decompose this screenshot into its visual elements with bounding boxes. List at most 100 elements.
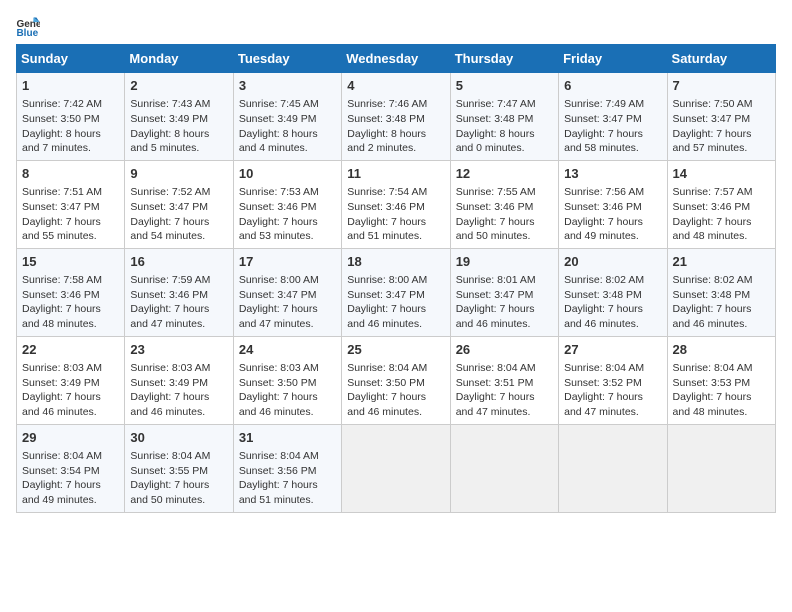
day-number: 15	[22, 253, 119, 271]
cell-content: 3 Sunrise: 7:45 AM Sunset: 3:49 PM Dayli…	[239, 77, 336, 156]
calendar-cell: 24 Sunrise: 8:03 AM Sunset: 3:50 PM Dayl…	[233, 336, 341, 424]
day-number: 1	[22, 77, 119, 95]
daylight-text: Daylight: 7 hours and 50 minutes.	[456, 216, 535, 243]
daylight-text: Daylight: 8 hours and 4 minutes.	[239, 128, 318, 155]
header-cell-sunday: Sunday	[17, 45, 125, 73]
daylight-text: Daylight: 7 hours and 50 minutes.	[130, 479, 209, 506]
calendar-cell: 30 Sunrise: 8:04 AM Sunset: 3:55 PM Dayl…	[125, 424, 233, 512]
sunrise-text: Sunrise: 7:52 AM	[130, 186, 210, 198]
cell-content: 16 Sunrise: 7:59 AM Sunset: 3:46 PM Dayl…	[130, 253, 227, 332]
daylight-text: Daylight: 7 hours and 54 minutes.	[130, 216, 209, 243]
daylight-text: Daylight: 7 hours and 48 minutes.	[22, 303, 101, 330]
calendar-cell: 14 Sunrise: 7:57 AM Sunset: 3:46 PM Dayl…	[667, 160, 775, 248]
sunrise-text: Sunrise: 7:51 AM	[22, 186, 102, 198]
cell-content: 22 Sunrise: 8:03 AM Sunset: 3:49 PM Dayl…	[22, 341, 119, 420]
day-number: 17	[239, 253, 336, 271]
day-number: 3	[239, 77, 336, 95]
day-number: 4	[347, 77, 444, 95]
calendar-cell: 16 Sunrise: 7:59 AM Sunset: 3:46 PM Dayl…	[125, 248, 233, 336]
sunrise-text: Sunrise: 7:55 AM	[456, 186, 536, 198]
cell-content: 2 Sunrise: 7:43 AM Sunset: 3:49 PM Dayli…	[130, 77, 227, 156]
calendar-cell: 3 Sunrise: 7:45 AM Sunset: 3:49 PM Dayli…	[233, 73, 341, 161]
header: General Blue	[16, 16, 776, 36]
sunrise-text: Sunrise: 7:49 AM	[564, 98, 644, 110]
cell-content: 30 Sunrise: 8:04 AM Sunset: 3:55 PM Dayl…	[130, 429, 227, 508]
cell-content: 13 Sunrise: 7:56 AM Sunset: 3:46 PM Dayl…	[564, 165, 661, 244]
daylight-text: Daylight: 7 hours and 47 minutes.	[456, 391, 535, 418]
calendar-cell: 26 Sunrise: 8:04 AM Sunset: 3:51 PM Dayl…	[450, 336, 558, 424]
sunrise-text: Sunrise: 8:04 AM	[564, 362, 644, 374]
calendar-cell: 18 Sunrise: 8:00 AM Sunset: 3:47 PM Dayl…	[342, 248, 450, 336]
sunset-text: Sunset: 3:46 PM	[673, 201, 751, 213]
sunset-text: Sunset: 3:47 PM	[564, 113, 642, 125]
sunset-text: Sunset: 3:54 PM	[22, 465, 100, 477]
cell-content: 5 Sunrise: 7:47 AM Sunset: 3:48 PM Dayli…	[456, 77, 553, 156]
calendar-body: 1 Sunrise: 7:42 AM Sunset: 3:50 PM Dayli…	[17, 73, 776, 513]
sunset-text: Sunset: 3:48 PM	[456, 113, 534, 125]
daylight-text: Daylight: 7 hours and 48 minutes.	[673, 391, 752, 418]
sunrise-text: Sunrise: 7:50 AM	[673, 98, 753, 110]
daylight-text: Daylight: 7 hours and 46 minutes.	[347, 303, 426, 330]
cell-content: 23 Sunrise: 8:03 AM Sunset: 3:49 PM Dayl…	[130, 341, 227, 420]
cell-content: 6 Sunrise: 7:49 AM Sunset: 3:47 PM Dayli…	[564, 77, 661, 156]
sunset-text: Sunset: 3:46 PM	[130, 289, 208, 301]
day-number: 22	[22, 341, 119, 359]
sunrise-text: Sunrise: 7:46 AM	[347, 98, 427, 110]
calendar-cell: 17 Sunrise: 8:00 AM Sunset: 3:47 PM Dayl…	[233, 248, 341, 336]
sunset-text: Sunset: 3:50 PM	[22, 113, 100, 125]
calendar-table: SundayMondayTuesdayWednesdayThursdayFrid…	[16, 44, 776, 513]
sunrise-text: Sunrise: 8:04 AM	[456, 362, 536, 374]
calendar-cell: 11 Sunrise: 7:54 AM Sunset: 3:46 PM Dayl…	[342, 160, 450, 248]
calendar-cell: 23 Sunrise: 8:03 AM Sunset: 3:49 PM Dayl…	[125, 336, 233, 424]
sunrise-text: Sunrise: 8:04 AM	[22, 450, 102, 462]
sunrise-text: Sunrise: 8:03 AM	[22, 362, 102, 374]
sunset-text: Sunset: 3:50 PM	[347, 377, 425, 389]
sunset-text: Sunset: 3:46 PM	[564, 201, 642, 213]
calendar-week-2: 8 Sunrise: 7:51 AM Sunset: 3:47 PM Dayli…	[17, 160, 776, 248]
day-number: 9	[130, 165, 227, 183]
calendar-week-3: 15 Sunrise: 7:58 AM Sunset: 3:46 PM Dayl…	[17, 248, 776, 336]
daylight-text: Daylight: 8 hours and 7 minutes.	[22, 128, 101, 155]
day-number: 29	[22, 429, 119, 447]
daylight-text: Daylight: 7 hours and 46 minutes.	[239, 391, 318, 418]
day-number: 20	[564, 253, 661, 271]
calendar-cell	[667, 424, 775, 512]
calendar-cell: 15 Sunrise: 7:58 AM Sunset: 3:46 PM Dayl…	[17, 248, 125, 336]
calendar-cell: 31 Sunrise: 8:04 AM Sunset: 3:56 PM Dayl…	[233, 424, 341, 512]
sunrise-text: Sunrise: 7:47 AM	[456, 98, 536, 110]
day-number: 5	[456, 77, 553, 95]
cell-content: 1 Sunrise: 7:42 AM Sunset: 3:50 PM Dayli…	[22, 77, 119, 156]
day-number: 13	[564, 165, 661, 183]
cell-content: 24 Sunrise: 8:03 AM Sunset: 3:50 PM Dayl…	[239, 341, 336, 420]
sunset-text: Sunset: 3:51 PM	[456, 377, 534, 389]
sunrise-text: Sunrise: 8:02 AM	[564, 274, 644, 286]
sunrise-text: Sunrise: 7:45 AM	[239, 98, 319, 110]
sunset-text: Sunset: 3:46 PM	[347, 201, 425, 213]
sunrise-text: Sunrise: 7:42 AM	[22, 98, 102, 110]
calendar-cell: 29 Sunrise: 8:04 AM Sunset: 3:54 PM Dayl…	[17, 424, 125, 512]
calendar-cell: 4 Sunrise: 7:46 AM Sunset: 3:48 PM Dayli…	[342, 73, 450, 161]
calendar-cell: 25 Sunrise: 8:04 AM Sunset: 3:50 PM Dayl…	[342, 336, 450, 424]
cell-content: 29 Sunrise: 8:04 AM Sunset: 3:54 PM Dayl…	[22, 429, 119, 508]
daylight-text: Daylight: 7 hours and 47 minutes.	[239, 303, 318, 330]
calendar-cell: 12 Sunrise: 7:55 AM Sunset: 3:46 PM Dayl…	[450, 160, 558, 248]
calendar-cell: 7 Sunrise: 7:50 AM Sunset: 3:47 PM Dayli…	[667, 73, 775, 161]
daylight-text: Daylight: 7 hours and 46 minutes.	[564, 303, 643, 330]
calendar-cell: 10 Sunrise: 7:53 AM Sunset: 3:46 PM Dayl…	[233, 160, 341, 248]
day-number: 31	[239, 429, 336, 447]
daylight-text: Daylight: 7 hours and 58 minutes.	[564, 128, 643, 155]
calendar-cell: 9 Sunrise: 7:52 AM Sunset: 3:47 PM Dayli…	[125, 160, 233, 248]
sunrise-text: Sunrise: 8:03 AM	[239, 362, 319, 374]
header-cell-saturday: Saturday	[667, 45, 775, 73]
cell-content: 28 Sunrise: 8:04 AM Sunset: 3:53 PM Dayl…	[673, 341, 770, 420]
sunrise-text: Sunrise: 8:00 AM	[347, 274, 427, 286]
sunset-text: Sunset: 3:49 PM	[22, 377, 100, 389]
calendar-cell: 27 Sunrise: 8:04 AM Sunset: 3:52 PM Dayl…	[559, 336, 667, 424]
sunrise-text: Sunrise: 8:04 AM	[673, 362, 753, 374]
sunset-text: Sunset: 3:47 PM	[347, 289, 425, 301]
day-number: 11	[347, 165, 444, 183]
header-cell-tuesday: Tuesday	[233, 45, 341, 73]
sunset-text: Sunset: 3:48 PM	[347, 113, 425, 125]
cell-content: 26 Sunrise: 8:04 AM Sunset: 3:51 PM Dayl…	[456, 341, 553, 420]
sunrise-text: Sunrise: 7:57 AM	[673, 186, 753, 198]
